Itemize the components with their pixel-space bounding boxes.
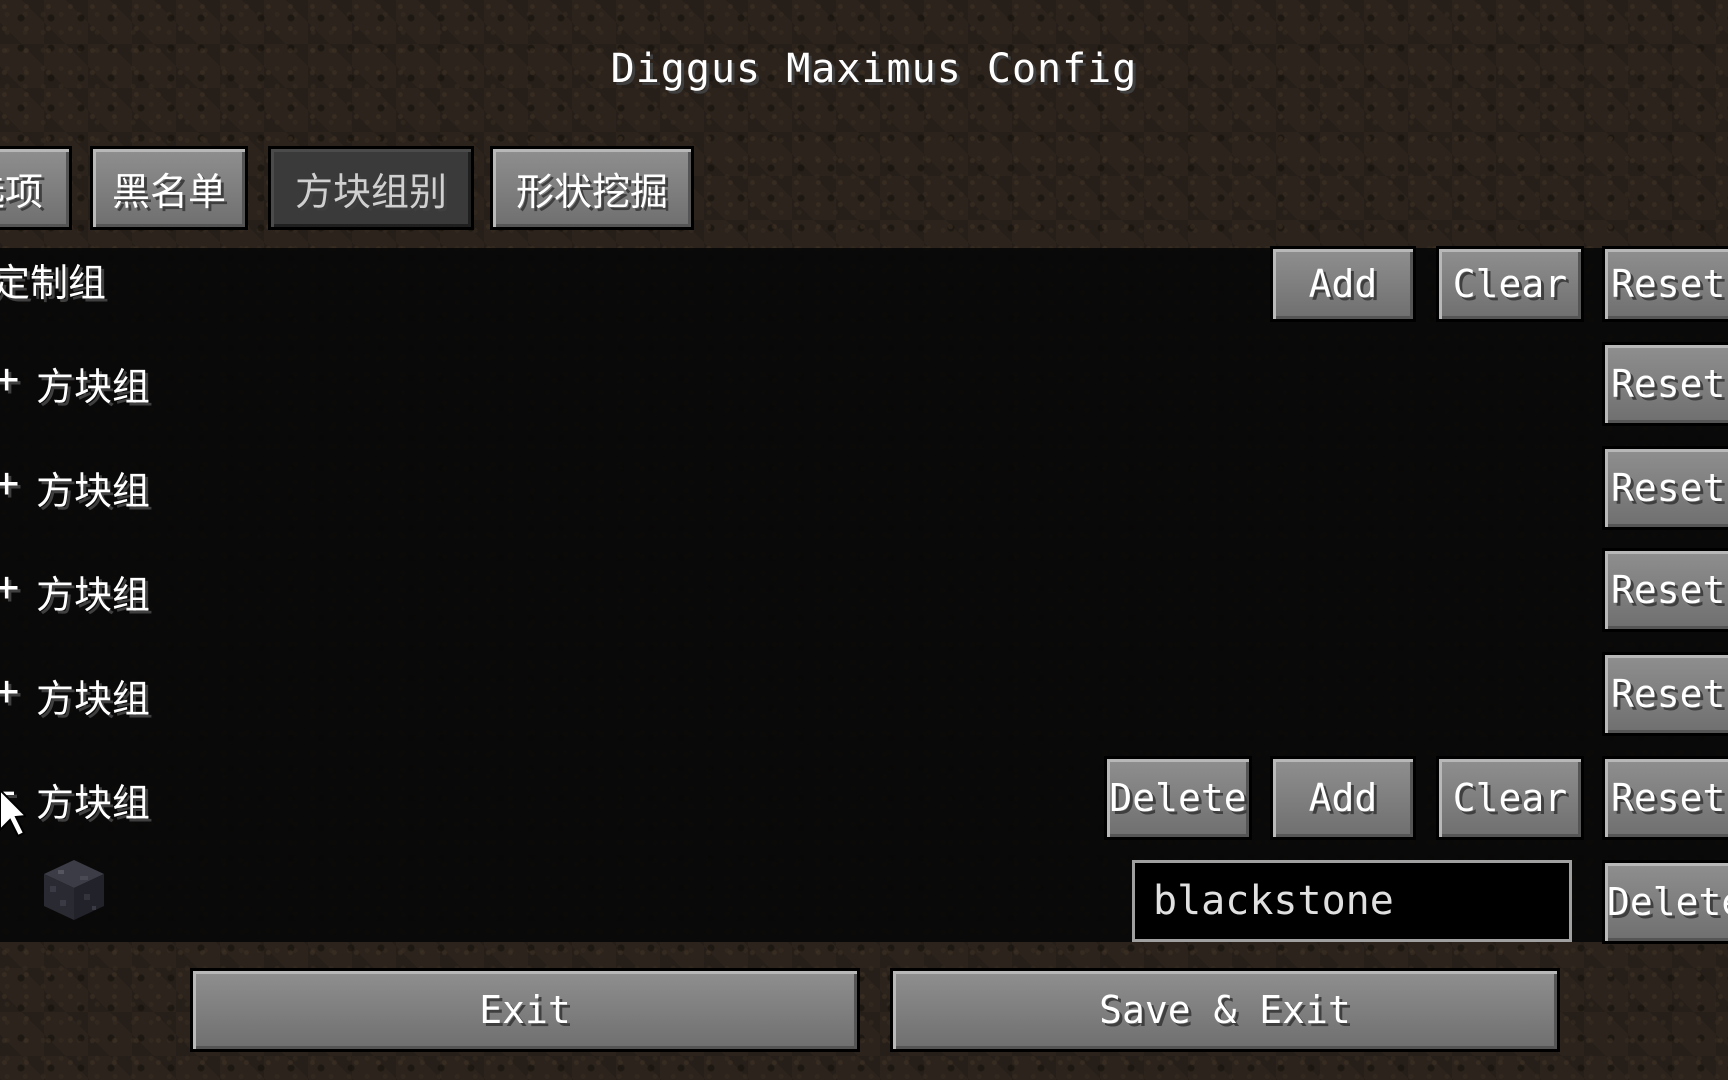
group-delete-label: Delete xyxy=(1109,776,1247,820)
group-add-label: Add xyxy=(1308,776,1378,820)
expand-icon[interactable]: + xyxy=(0,458,19,507)
group-delete-button[interactable]: Delete xyxy=(1104,756,1252,840)
tab-shape-digging[interactable]: 形状挖掘 xyxy=(490,146,694,230)
config-screen: Diggus Maximus Config 选项 黑名单 方块组别 形状挖掘 定… xyxy=(0,0,1728,1080)
group-reset-button[interactable]: Reset xyxy=(1602,652,1728,736)
tab-block-groups-label: 方块组别 xyxy=(294,169,447,214)
group-reset-label: Reset xyxy=(1611,776,1726,820)
group-label: 方块组 xyxy=(36,781,151,825)
mouse-cursor-icon xyxy=(0,790,26,838)
tab-blacklist-label: 黑名单 xyxy=(111,169,226,214)
tab-shape-digging-label: 形状挖掘 xyxy=(515,169,668,214)
group-reset-label: Reset xyxy=(1611,672,1726,716)
group-label: 方块组 xyxy=(36,677,151,721)
clear-button-label: Clear xyxy=(1452,262,1568,306)
add-button-label: Add xyxy=(1308,262,1378,306)
block-id-input[interactable]: blackstone xyxy=(1132,860,1572,942)
save-exit-button[interactable]: Save & Exit xyxy=(890,968,1560,1052)
group-add-button[interactable]: Add xyxy=(1270,756,1416,840)
tab-block-groups[interactable]: 方块组别 xyxy=(268,146,474,230)
group-reset-label: Reset xyxy=(1611,466,1726,510)
group-reset-label: Reset xyxy=(1611,568,1726,612)
tab-blacklist[interactable]: 黑名单 xyxy=(90,146,248,230)
group-label: 方块组 xyxy=(36,573,151,617)
reset-button-label: Reset xyxy=(1611,262,1726,306)
add-button[interactable]: Add xyxy=(1270,246,1416,322)
group-clear-label: Clear xyxy=(1452,776,1568,820)
exit-button[interactable]: Exit xyxy=(190,968,860,1052)
clear-button[interactable]: Clear xyxy=(1436,246,1584,322)
tab-options-label: 选项 xyxy=(0,169,43,214)
group-clear-button[interactable]: Clear xyxy=(1436,756,1584,840)
group-reset-button[interactable]: Reset xyxy=(1602,756,1728,840)
exit-button-label: Exit xyxy=(479,988,571,1032)
group-reset-button[interactable]: Reset xyxy=(1602,342,1728,426)
save-exit-button-label: Save & Exit xyxy=(1099,988,1351,1032)
expand-icon[interactable]: + xyxy=(0,666,19,715)
group-label: 方块组 xyxy=(36,469,151,513)
entry-delete-button[interactable]: Delete xyxy=(1602,860,1728,944)
expand-icon[interactable]: + xyxy=(0,562,19,611)
blackstone-block-icon xyxy=(44,860,104,920)
group-label: 方块组 xyxy=(36,365,151,409)
tab-options[interactable]: 选项 xyxy=(0,146,72,230)
screen-title: Diggus Maximus Config xyxy=(610,46,1138,92)
expand-icon[interactable]: + xyxy=(0,354,19,403)
group-reset-label: Reset xyxy=(1611,362,1726,406)
entry-delete-label: Delete xyxy=(1607,880,1728,924)
block-id-value: blackstone xyxy=(1153,878,1394,924)
group-reset-button[interactable]: Reset xyxy=(1602,446,1728,530)
group-reset-button[interactable]: Reset xyxy=(1602,548,1728,632)
reset-button[interactable]: Reset xyxy=(1602,246,1728,322)
custom-groups-label: 定制组 xyxy=(0,261,107,305)
